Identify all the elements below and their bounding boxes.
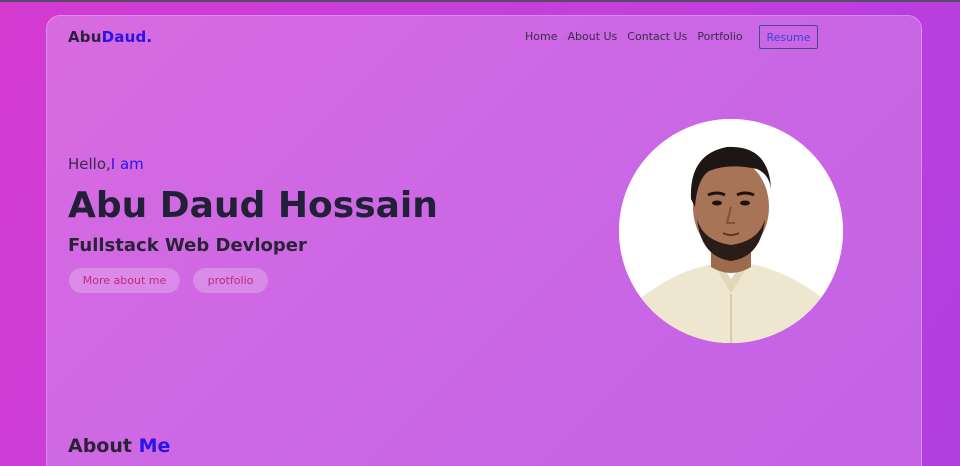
- about-prefix: About: [68, 435, 139, 457]
- more-about-me-button[interactable]: More about me: [69, 268, 180, 293]
- brand-first: Abu: [68, 28, 102, 46]
- portfolio-button[interactable]: protfolio: [193, 268, 268, 293]
- about-accent: Me: [138, 435, 171, 457]
- nav-item-about-us[interactable]: About Us: [567, 30, 617, 43]
- nav-item-portfolio[interactable]: Portfolio: [697, 30, 742, 43]
- resume-button[interactable]: Resume: [759, 25, 818, 49]
- hero-name: Abu Daud Hossain: [68, 185, 438, 226]
- about-heading: About Me: [68, 435, 170, 457]
- greeting-prefix: Hello,: [68, 155, 111, 173]
- profile-portrait-icon: [619, 119, 843, 343]
- brand-accent: Daud.: [101, 28, 153, 46]
- profile-photo: [619, 119, 843, 343]
- greeting-accent: I am: [110, 155, 144, 173]
- main-nav: Home About Us Contact Us Portfolio: [525, 30, 743, 43]
- nav-item-home[interactable]: Home: [525, 30, 557, 43]
- brand-logo[interactable]: AbuDaud.: [68, 28, 152, 46]
- hero-greeting: Hello,I am: [68, 155, 144, 173]
- hero-role: Fullstack Web Devloper: [68, 235, 307, 256]
- nav-item-contact-us[interactable]: Contact Us: [627, 30, 687, 43]
